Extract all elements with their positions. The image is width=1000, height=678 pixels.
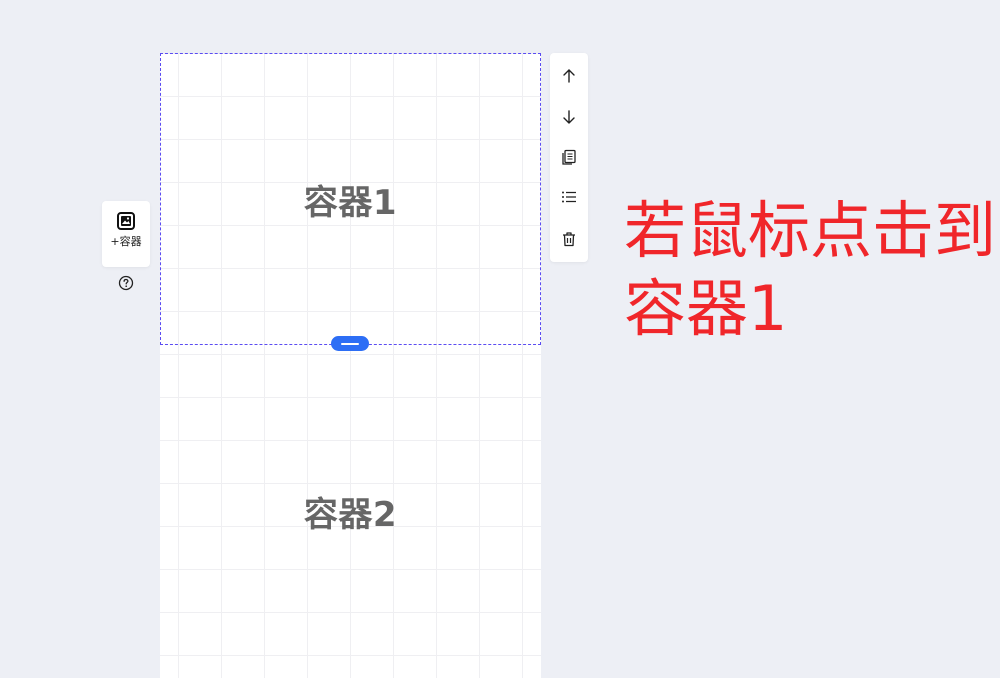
container-2[interactable]: 容器2 [160, 345, 541, 678]
canvas: 容器1 容器2 [160, 53, 541, 678]
question-circle-icon[interactable] [118, 275, 134, 291]
arrow-down-icon [563, 110, 575, 124]
container-1-title: 容器1 [303, 182, 398, 223]
add-container-button[interactable]: +容器 [102, 201, 150, 267]
copy-icon [562, 149, 576, 165]
add-container-label: +容器 [110, 235, 142, 248]
trash-icon [563, 232, 575, 247]
list-icon [562, 191, 576, 203]
annotation-line-2: 容器1 [624, 272, 788, 345]
delete-button[interactable] [559, 229, 579, 249]
container-actions-toolbar [550, 53, 588, 262]
move-up-button[interactable] [559, 66, 579, 86]
container-2-title: 容器2 [303, 495, 398, 535]
drag-handle-icon [341, 342, 359, 345]
list-button[interactable] [559, 187, 579, 207]
resize-handle[interactable] [331, 336, 369, 351]
arrow-up-icon [563, 69, 575, 83]
move-down-button[interactable] [559, 107, 579, 127]
container-1[interactable]: 容器1 [160, 53, 541, 345]
annotation-text: 若鼠标点击到 容器1 [624, 192, 997, 348]
copy-button[interactable] [559, 147, 579, 167]
annotation-line-1: 若鼠标点击到 [624, 194, 997, 267]
image-add-icon [117, 212, 135, 230]
